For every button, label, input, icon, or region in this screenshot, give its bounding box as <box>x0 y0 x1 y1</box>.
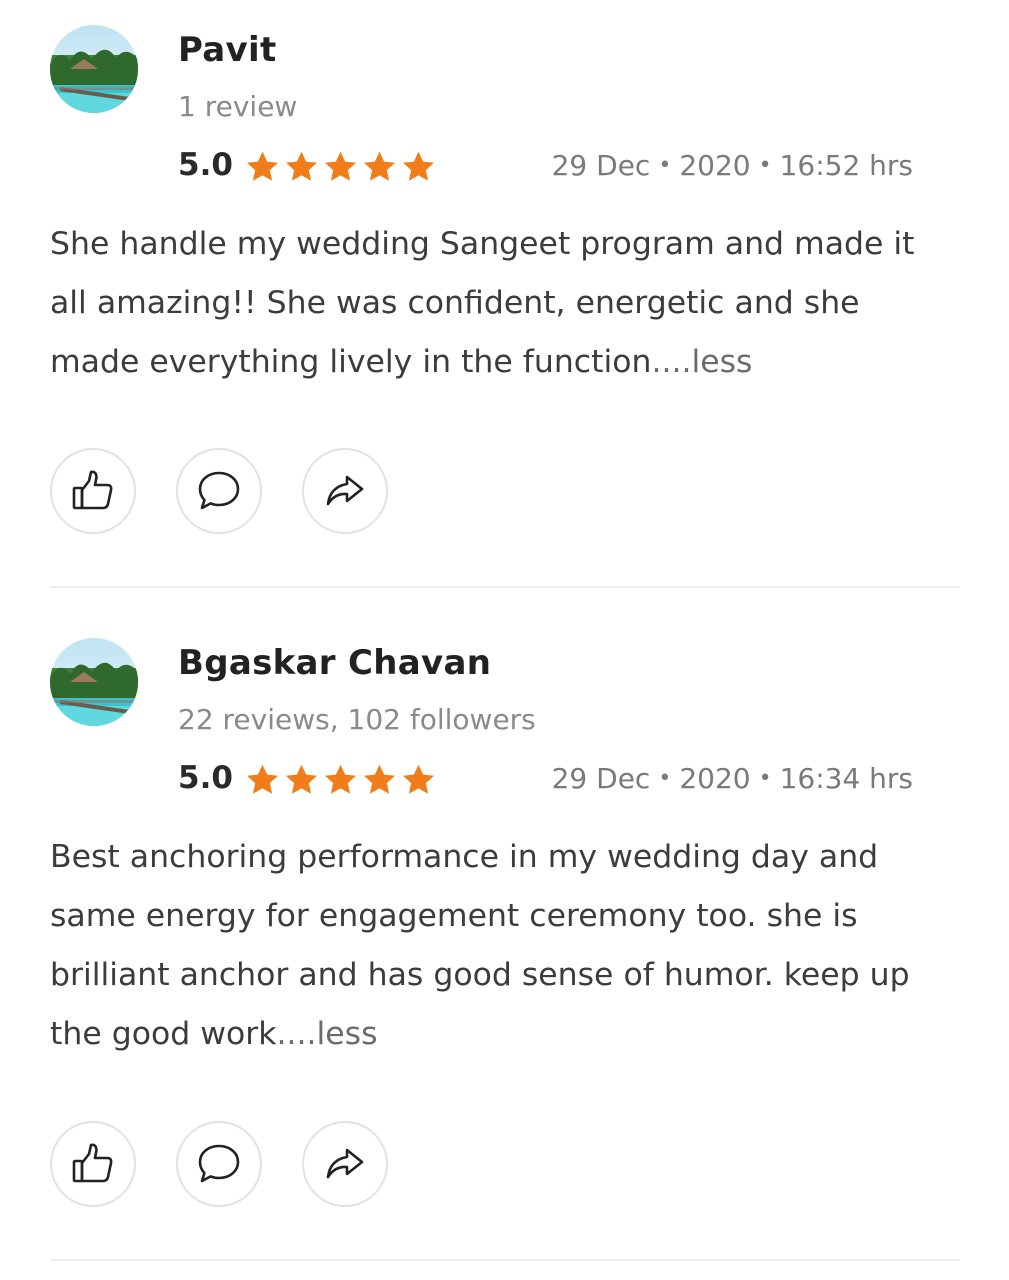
separator-dot: • <box>758 766 772 791</box>
like-button[interactable] <box>50 448 136 534</box>
star-icon <box>286 764 317 794</box>
review-actions <box>50 448 388 534</box>
share-icon <box>326 1148 364 1179</box>
review-date: 29 Dec <box>551 149 651 182</box>
review-timestamp: 29 Dec • 2020 • 16:34 hrs <box>552 762 913 795</box>
comment-icon <box>198 471 240 510</box>
show-less-link[interactable]: ....less <box>651 344 752 380</box>
star-icon <box>364 764 395 794</box>
review-year: 2020 <box>679 149 751 182</box>
star-rating <box>244 149 437 187</box>
separator-dot: • <box>758 153 772 178</box>
review-time: 16:34 hrs <box>779 762 913 795</box>
star-icon <box>403 151 434 181</box>
show-less-link[interactable]: ....less <box>276 1016 377 1052</box>
thumbs-up-icon <box>72 1143 113 1183</box>
share-button[interactable] <box>302 1121 388 1207</box>
share-button[interactable] <box>302 448 388 534</box>
separator-dot: • <box>658 153 672 178</box>
user-avatar[interactable] <box>50 25 138 113</box>
review-text: Best anchoring performance in my wedding… <box>50 828 955 1064</box>
user-avatar[interactable] <box>50 638 138 726</box>
review-body: She handle my wedding Sangeet program an… <box>50 226 915 380</box>
star-icon <box>247 764 278 794</box>
star-rating <box>244 762 437 800</box>
review-timestamp: 29 Dec • 2020 • 16:52 hrs <box>552 149 913 182</box>
review-card: Bgaskar Chavan 22 reviews, 102 followers… <box>0 613 1009 1261</box>
review-time: 16:52 hrs <box>779 149 913 182</box>
reviewer-name[interactable]: Pavit <box>178 30 277 70</box>
reviewer-stats: 1 review <box>178 90 298 123</box>
rating-row: 5.0 29 Dec • 2020 • 16:34 hrs <box>178 758 913 802</box>
star-icon <box>325 764 356 794</box>
comment-button[interactable] <box>176 448 262 534</box>
review-year: 2020 <box>679 762 751 795</box>
reviewer-name[interactable]: Bgaskar Chavan <box>178 643 491 683</box>
separator-dot: • <box>658 766 672 791</box>
review-text: She handle my wedding Sangeet program an… <box>50 215 955 392</box>
star-icon <box>403 764 434 794</box>
rating-row: 5.0 29 Dec • 2020 • 16:52 hrs <box>178 145 913 189</box>
star-icon <box>325 151 356 181</box>
review-divider <box>50 1259 960 1261</box>
review-card: Pavit 1 review 5.0 29 Dec • 2020 • 16:52 hrs… <box>0 0 1009 588</box>
beach-resort-avatar-icon <box>50 638 138 726</box>
review-body: Best anchoring performance in my wedding… <box>50 839 910 1052</box>
review-actions <box>50 1121 388 1207</box>
like-button[interactable] <box>50 1121 136 1207</box>
star-icon <box>286 151 317 181</box>
rating-value: 5.0 <box>178 147 233 183</box>
star-icon <box>247 151 278 181</box>
share-icon <box>326 475 364 506</box>
beach-resort-avatar-icon <box>50 25 138 113</box>
comment-icon <box>198 1144 240 1183</box>
rating-value: 5.0 <box>178 760 233 796</box>
star-icon <box>364 151 395 181</box>
review-date: 29 Dec <box>551 762 651 795</box>
reviewer-stats: 22 reviews, 102 followers <box>178 703 536 736</box>
review-divider <box>50 586 960 588</box>
comment-button[interactable] <box>176 1121 262 1207</box>
thumbs-up-icon <box>72 470 113 510</box>
